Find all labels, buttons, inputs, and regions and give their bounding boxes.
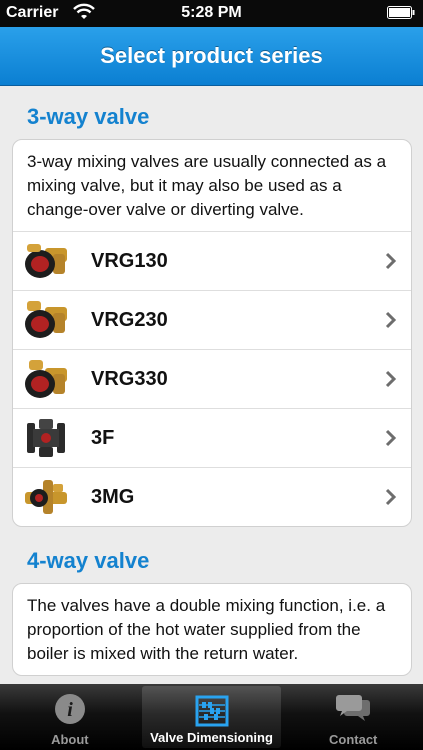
section-title-3-way: 3-way valve <box>27 104 150 129</box>
brass-valve-icon <box>25 301 67 338</box>
info-icon: i <box>54 694 85 724</box>
product-list[interactable]: 3-way valve 3-way mixing valves are usua… <box>0 86 423 684</box>
tab-about[interactable]: i About <box>0 684 140 750</box>
section-description: 3-way mixing valves are usually connecte… <box>13 140 411 232</box>
abacus-icon <box>195 695 228 727</box>
status-bar: Carrier 5:28 PM <box>0 0 423 27</box>
navigation-bar: Select product series <box>0 27 423 86</box>
chevron-right-icon <box>385 370 397 388</box>
list-item-label: VRG330 <box>91 367 168 390</box>
brass-valve-icon <box>25 480 67 514</box>
tab-label: Valve Dimensioning <box>150 730 273 745</box>
tab-label: Contact <box>328 732 378 747</box>
chevron-right-icon <box>385 488 397 506</box>
section-card-3-way: 3-way mixing valves are usually connecte… <box>12 139 412 527</box>
tab-label: About <box>51 732 89 747</box>
chevron-right-icon <box>385 252 397 270</box>
chat-bubbles-icon <box>336 695 371 721</box>
chevron-right-icon <box>385 311 397 329</box>
svg-text:i: i <box>67 699 73 721</box>
section-description: The valves have a double mixing function… <box>27 596 386 663</box>
chevron-right-icon <box>385 429 397 447</box>
page-title: Select product series <box>100 43 323 68</box>
list-item-vrg130[interactable]: VRG130 <box>13 232 411 291</box>
tab-valve-dimensioning[interactable]: Valve Dimensioning <box>141 686 282 748</box>
flanged-valve-icon <box>27 419 65 457</box>
section-title-4-way: 4-way valve <box>27 548 150 573</box>
list-item-label: 3MG <box>91 485 135 508</box>
list-item-label: 3F <box>91 426 115 449</box>
tab-bar: i About Valve Dimensioning Contact <box>0 684 423 750</box>
list-item-3f[interactable]: 3F <box>13 409 411 468</box>
tab-contact[interactable]: Contact <box>283 684 423 750</box>
list-item-3mg[interactable]: 3MG <box>13 468 411 526</box>
list-item-vrg330[interactable]: VRG330 <box>13 350 411 409</box>
brass-valve-icon <box>25 244 67 278</box>
list-item-label: VRG230 <box>91 308 168 331</box>
clock: 5:28 PM <box>181 4 242 21</box>
battery-icon <box>387 6 415 19</box>
brass-valve-icon <box>25 360 67 398</box>
section-card-4-way: The valves have a double mixing function… <box>12 583 412 676</box>
list-item-vrg230[interactable]: VRG230 <box>13 291 411 350</box>
list-item-label: VRG130 <box>91 249 168 272</box>
